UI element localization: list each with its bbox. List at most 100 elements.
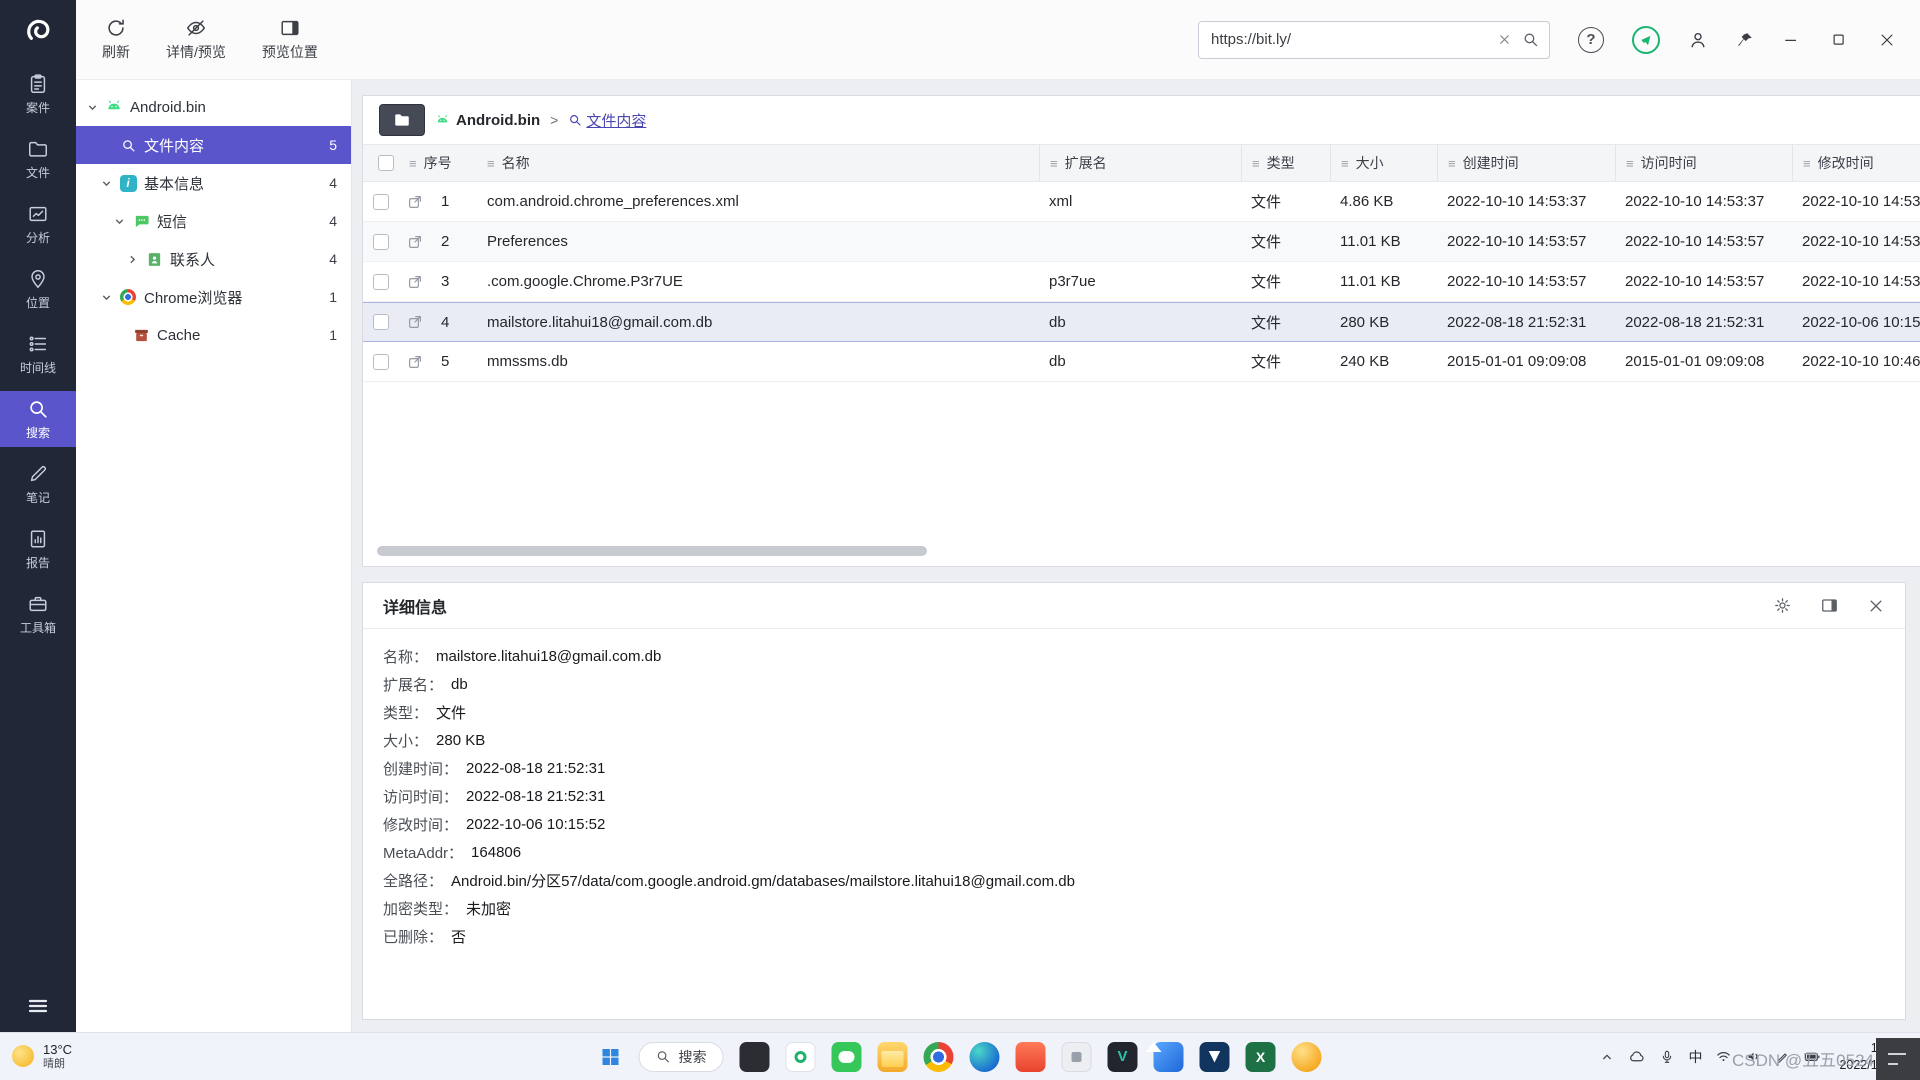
column-header-accessed[interactable]: ≡访问时间	[1615, 145, 1792, 181]
horizontal-scrollbar[interactable]	[377, 546, 1906, 556]
ime-indicator[interactable]: 中	[1688, 1047, 1702, 1067]
green-ring-app-icon[interactable]	[786, 1042, 816, 1072]
detail-preview-button[interactable]: 详情/预览	[166, 17, 226, 62]
clear-icon[interactable]	[1497, 32, 1512, 47]
sidebar-item-search[interactable]: 搜索	[0, 391, 76, 447]
wechat-icon[interactable]	[832, 1042, 862, 1072]
open-file-icon[interactable]	[399, 234, 431, 250]
chevron-down-icon[interactable]	[113, 216, 125, 227]
row-checkbox[interactable]	[373, 314, 389, 330]
tree-item-label: Android.bin	[130, 99, 206, 116]
v-app-icon[interactable]	[1108, 1042, 1138, 1072]
photos-icon[interactable]	[1154, 1042, 1184, 1072]
table-row[interactable]: 5 mmssms.db db 文件 240 KB 2015-01-01 09:0…	[363, 342, 1920, 382]
open-file-icon[interactable]	[399, 314, 431, 330]
navy-app-icon[interactable]	[1200, 1042, 1230, 1072]
cell-modified: 2022-10-10 14:53:57	[1792, 273, 1920, 290]
sidebar-item-notes[interactable]: 笔记	[0, 456, 76, 512]
edge-icon[interactable]	[970, 1042, 1000, 1072]
chevron-up-icon[interactable]	[1599, 1049, 1615, 1065]
chrome-icon[interactable]	[924, 1042, 954, 1072]
column-header-type[interactable]: ≡类型	[1241, 145, 1330, 181]
sidebar-item-location[interactable]: 位置	[0, 261, 76, 317]
gear-icon[interactable]	[1773, 596, 1792, 615]
open-file-icon[interactable]	[399, 274, 431, 290]
column-header-index[interactable]: ≡序号	[399, 145, 477, 181]
close-button[interactable]	[1878, 31, 1896, 49]
url-input[interactable]	[1211, 31, 1487, 48]
dark-app-icon[interactable]	[740, 1042, 770, 1072]
tree-item-android-bin[interactable]: Android.bin	[76, 88, 351, 126]
column-header-created[interactable]: ≡创建时间	[1437, 145, 1615, 181]
row-checkbox[interactable]	[373, 354, 389, 370]
gray-app-icon[interactable]	[1062, 1042, 1092, 1072]
open-file-icon[interactable]	[399, 354, 431, 370]
help-icon[interactable]: ?	[1578, 27, 1604, 53]
column-header-ext[interactable]: ≡扩展名	[1039, 145, 1241, 181]
chevron-down-icon[interactable]	[86, 102, 98, 113]
breadcrumb-current-link[interactable]: 文件内容	[568, 110, 646, 131]
detail-field-label: 加密类型：	[383, 898, 458, 919]
sidebar-item-timeline[interactable]: 时间线	[0, 326, 76, 382]
sidebar-item-case[interactable]: 案件	[0, 66, 76, 122]
column-header-size[interactable]: ≡大小	[1330, 145, 1437, 181]
chevron-down-icon[interactable]	[100, 178, 112, 189]
cloud-icon[interactable]	[1628, 1048, 1646, 1066]
tree-item-basic-info[interactable]: i 基本信息 4	[76, 164, 351, 202]
preview-location-button[interactable]: 预览位置	[262, 17, 318, 62]
file-explorer-icon[interactable]	[878, 1042, 908, 1072]
taskbar-search[interactable]: 搜索	[639, 1042, 724, 1072]
tree-item-cache[interactable]: Cache 1	[76, 316, 351, 354]
open-file-icon[interactable]	[399, 194, 431, 210]
panel-right-icon[interactable]	[1820, 596, 1839, 615]
search-icon[interactable]	[1522, 31, 1539, 48]
row-checkbox[interactable]	[373, 274, 389, 290]
cell-size: 11.01 KB	[1330, 233, 1437, 250]
table-row[interactable]: 1 com.android.chrome_preferences.xml xml…	[363, 182, 1920, 222]
microphone-icon[interactable]	[1659, 1049, 1675, 1065]
taskbar-search-label: 搜索	[679, 1047, 707, 1067]
url-bar[interactable]	[1198, 21, 1550, 59]
start-button[interactable]	[599, 1045, 623, 1069]
table-row[interactable]: 3 .com.google.Chrome.P3r7UE p3r7ue 文件 11…	[363, 262, 1920, 302]
sidebar-item-files[interactable]: 文件	[0, 131, 76, 187]
refresh-button[interactable]: 刷新	[102, 17, 130, 62]
weather-widget[interactable]: 13°C 晴朗	[0, 1043, 220, 1071]
sidebar-item-toolbox[interactable]: 工具箱	[0, 586, 76, 642]
pin-icon[interactable]	[1736, 31, 1754, 49]
row-checkbox[interactable]	[373, 234, 389, 250]
scrollbar-thumb[interactable]	[377, 546, 927, 556]
close-icon[interactable]	[1867, 597, 1885, 615]
tree-item-file-content[interactable]: 文件内容 5	[76, 126, 351, 164]
chevron-right-icon[interactable]	[126, 254, 138, 265]
chevron-down-icon[interactable]	[100, 292, 112, 303]
menu-hamburger-icon[interactable]	[0, 994, 76, 1018]
wifi-icon[interactable]	[1715, 1048, 1732, 1065]
detail-field: 访问时间： 2022-08-18 21:52:31	[383, 782, 1885, 810]
sidebar-item-analysis[interactable]: 分析	[0, 196, 76, 252]
app-sidebar: 案件 文件 分析 位置 时间线 搜索	[0, 0, 76, 1032]
red-app-icon[interactable]	[1016, 1042, 1046, 1072]
minimize-button[interactable]	[1782, 31, 1800, 49]
tree-item-sms[interactable]: 短信 4	[76, 202, 351, 240]
table-row[interactable]: 4 mailstore.litahui18@gmail.com.db db 文件…	[363, 302, 1920, 342]
tree-item-chrome-browser[interactable]: Chrome浏览器 1	[76, 278, 351, 316]
user-icon[interactable]	[1688, 30, 1708, 50]
game-app-icon[interactable]	[1292, 1042, 1322, 1072]
cell-name: com.android.chrome_preferences.xml	[477, 193, 1039, 210]
scan-badge-icon[interactable]	[1632, 26, 1660, 54]
detail-field: 已删除： 否	[383, 922, 1885, 950]
select-all-checkbox[interactable]	[378, 155, 394, 171]
breadcrumb-root[interactable]: Android.bin	[435, 112, 540, 129]
excel-icon[interactable]	[1246, 1042, 1276, 1072]
table-row[interactable]: 2 Preferences 文件 11.01 KB 2022-10-10 14:…	[363, 222, 1920, 262]
maximize-button[interactable]	[1830, 31, 1848, 49]
sidebar-item-report[interactable]: 报告	[0, 521, 76, 577]
tree-item-contacts[interactable]: 联系人 4	[76, 240, 351, 278]
column-header-modified[interactable]: ≡修改时间	[1792, 145, 1920, 181]
row-checkbox[interactable]	[373, 194, 389, 210]
column-header-name[interactable]: ≡名称	[477, 145, 1039, 181]
sms-bubble-icon	[132, 213, 150, 230]
folder-view-button[interactable]	[379, 104, 425, 136]
cell-created: 2022-10-10 14:53:57	[1437, 273, 1615, 290]
